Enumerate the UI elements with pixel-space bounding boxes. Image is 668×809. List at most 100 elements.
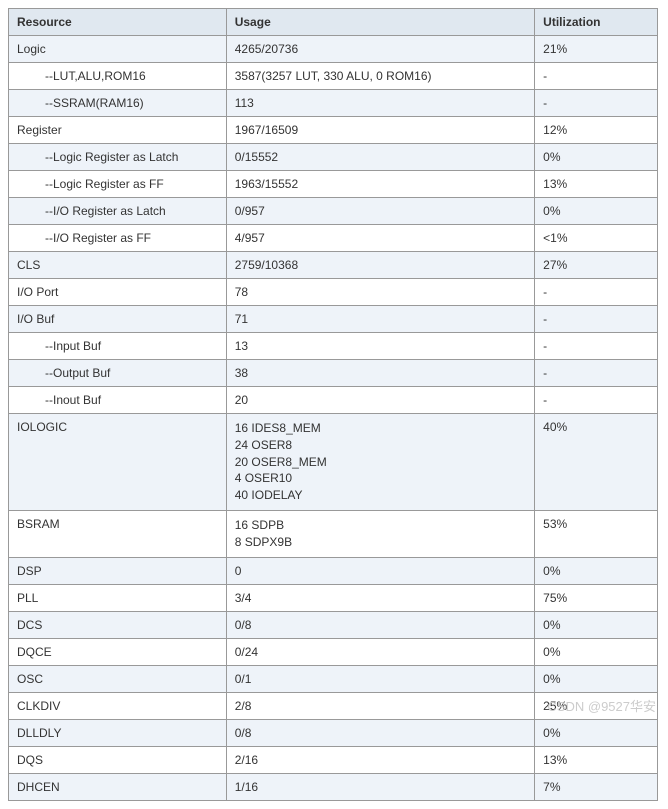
table-row: CLKDIV2/825%	[9, 692, 658, 719]
utilization-cell: 13%	[535, 171, 658, 198]
table-row: --I/O Register as FF4/957<1%	[9, 225, 658, 252]
utilization-cell: -	[535, 63, 658, 90]
utilization-cell: 13%	[535, 746, 658, 773]
usage-cell: 20	[226, 387, 534, 414]
usage-cell: 71	[226, 306, 534, 333]
utilization-cell: 21%	[535, 36, 658, 63]
resource-cell: BSRAM	[9, 510, 227, 557]
resource-cell: --Output Buf	[9, 360, 227, 387]
usage-cell: 0/24	[226, 638, 534, 665]
table-row: DLLDLY0/80%	[9, 719, 658, 746]
resource-label: --Inout Buf	[17, 393, 101, 407]
utilization-cell: 40%	[535, 414, 658, 511]
table-row: --LUT,ALU,ROM16 3587(3257 LUT, 330 ALU, 0…	[9, 63, 658, 90]
resource-label: --Logic Register as Latch	[17, 150, 178, 164]
table-row: --Input Buf 13-	[9, 333, 658, 360]
utilization-cell: 0%	[535, 665, 658, 692]
utilization-cell: 0%	[535, 611, 658, 638]
table-row: DSP00%	[9, 557, 658, 584]
usage-cell: 113	[226, 90, 534, 117]
resource-cell: I/O Buf	[9, 306, 227, 333]
utilization-cell: 75%	[535, 584, 658, 611]
resource-usage-table: Resource Usage Utilization Logic4265/207…	[8, 8, 658, 801]
usage-cell: 16 SDPB 8 SDPX9B	[226, 510, 534, 557]
table-row: BSRAM16 SDPB 8 SDPX9B53%	[9, 510, 658, 557]
usage-cell: 1967/16509	[226, 117, 534, 144]
usage-cell: 3587(3257 LUT, 330 ALU, 0 ROM16)	[226, 63, 534, 90]
utilization-cell: -	[535, 306, 658, 333]
utilization-cell: -	[535, 279, 658, 306]
usage-cell: 0/957	[226, 198, 534, 225]
resource-cell: OSC	[9, 665, 227, 692]
usage-cell: 0/8	[226, 719, 534, 746]
usage-cell: 16 IDES8_MEM 24 OSER8 20 OSER8_MEM 4 OSE…	[226, 414, 534, 511]
resource-label: --Input Buf	[17, 339, 101, 353]
utilization-cell: 53%	[535, 510, 658, 557]
resource-cell: DQCE	[9, 638, 227, 665]
usage-cell: 0/8	[226, 611, 534, 638]
utilization-cell: 27%	[535, 252, 658, 279]
usage-cell: 4265/20736	[226, 36, 534, 63]
resource-cell: DCS	[9, 611, 227, 638]
table-row: Logic4265/2073621%	[9, 36, 658, 63]
table-row: --Inout Buf 20-	[9, 387, 658, 414]
utilization-cell: 25%	[535, 692, 658, 719]
table-row: Register1967/1650912%	[9, 117, 658, 144]
utilization-cell: 0%	[535, 638, 658, 665]
resource-cell: --Inout Buf	[9, 387, 227, 414]
table-row: --Output Buf 38-	[9, 360, 658, 387]
resource-cell: --LUT,ALU,ROM16	[9, 63, 227, 90]
table-row: DHCEN1/167%	[9, 773, 658, 800]
usage-cell: 38	[226, 360, 534, 387]
table-row: --I/O Register as Latch 0/9570%	[9, 198, 658, 225]
resource-label: --SSRAM(RAM16)	[17, 96, 144, 110]
header-resource: Resource	[9, 9, 227, 36]
table-row: CLS2759/1036827%	[9, 252, 658, 279]
table-row: --SSRAM(RAM16) 113-	[9, 90, 658, 117]
utilization-cell: -	[535, 387, 658, 414]
table-row: IOLOGIC16 IDES8_MEM 24 OSER8 20 OSER8_ME…	[9, 414, 658, 511]
resource-cell: --Input Buf	[9, 333, 227, 360]
table-row: --Logic Register as Latch 0/155520%	[9, 144, 658, 171]
utilization-cell: -	[535, 90, 658, 117]
resource-cell: DQS	[9, 746, 227, 773]
utilization-cell: -	[535, 360, 658, 387]
usage-cell: 4/957	[226, 225, 534, 252]
table-row: OSC0/10%	[9, 665, 658, 692]
resource-cell: CLS	[9, 252, 227, 279]
usage-cell: 78	[226, 279, 534, 306]
resource-label: --Logic Register as FF	[17, 177, 164, 191]
utilization-cell: 0%	[535, 719, 658, 746]
resource-cell: --I/O Register as Latch	[9, 198, 227, 225]
resource-label: --LUT,ALU,ROM16	[17, 69, 146, 83]
table-row: --Logic Register as FF 1963/1555213%	[9, 171, 658, 198]
resource-cell: --Logic Register as FF	[9, 171, 227, 198]
usage-cell: 0/1	[226, 665, 534, 692]
resource-cell: DHCEN	[9, 773, 227, 800]
utilization-cell: 12%	[535, 117, 658, 144]
resource-cell: Register	[9, 117, 227, 144]
utilization-cell: -	[535, 333, 658, 360]
utilization-cell: 7%	[535, 773, 658, 800]
resource-cell: PLL	[9, 584, 227, 611]
resource-label: --I/O Register as FF	[17, 231, 151, 245]
table-row: I/O Port78-	[9, 279, 658, 306]
utilization-cell: 0%	[535, 198, 658, 225]
resource-cell: DSP	[9, 557, 227, 584]
usage-cell: 1/16	[226, 773, 534, 800]
resource-cell: IOLOGIC	[9, 414, 227, 511]
usage-cell: 1963/15552	[226, 171, 534, 198]
usage-cell: 0	[226, 557, 534, 584]
table-row: DQCE0/240%	[9, 638, 658, 665]
usage-cell: 0/15552	[226, 144, 534, 171]
usage-cell: 2/8	[226, 692, 534, 719]
usage-cell: 3/4	[226, 584, 534, 611]
utilization-cell: 0%	[535, 557, 658, 584]
resource-label: --I/O Register as Latch	[17, 204, 166, 218]
resource-cell: --SSRAM(RAM16)	[9, 90, 227, 117]
utilization-cell: 0%	[535, 144, 658, 171]
resource-label: --Output Buf	[17, 366, 110, 380]
usage-cell: 13	[226, 333, 534, 360]
resource-cell: DLLDLY	[9, 719, 227, 746]
header-usage: Usage	[226, 9, 534, 36]
